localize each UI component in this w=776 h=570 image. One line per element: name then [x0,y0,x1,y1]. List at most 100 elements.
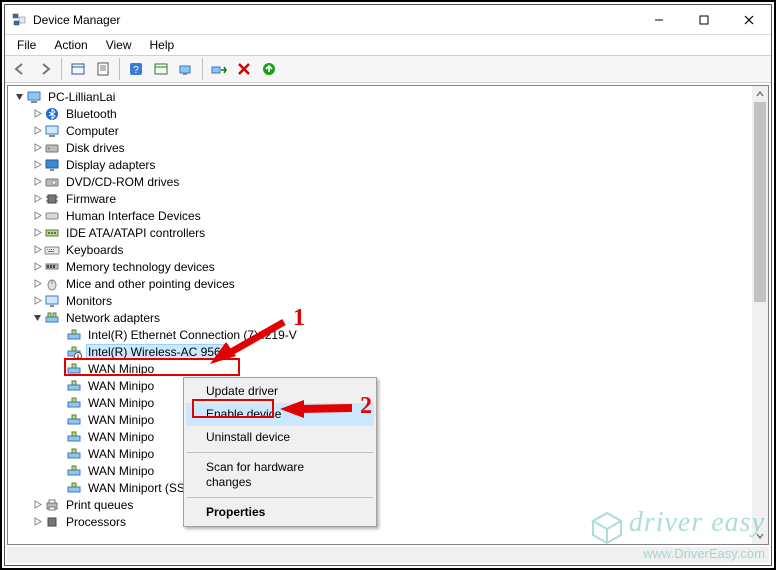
chevron-right-icon[interactable] [30,158,44,172]
tree-item-ide[interactable]: IDE ATA/ATAPI controllers [8,224,752,241]
window-title: Device Manager [33,13,636,27]
vertical-scrollbar[interactable] [752,86,768,544]
tree-label: Mice and other pointing devices [64,277,237,291]
forward-button[interactable] [34,58,56,80]
tree-item-memory[interactable]: Memory technology devices [8,258,752,275]
chevron-right-icon[interactable] [30,192,44,206]
device-manager-window: Device Manager File Action View Help ? [4,4,772,566]
tree-item-bluetooth[interactable]: Bluetooth [8,105,752,122]
tree-item-wan[interactable]: WAN Minipo [8,394,752,411]
tree-item-dvd[interactable]: DVD/CD-ROM drives [8,173,752,190]
computer-icon [26,89,42,105]
tree-item-wan-sstp[interactable]: WAN Miniport (SSTP) [8,479,752,496]
chevron-right-icon[interactable] [30,260,44,274]
chevron-right-icon[interactable] [30,175,44,189]
tree-item-network-adapters[interactable]: Network adapters [8,309,752,326]
tree-label: Human Interface Devices [64,209,203,223]
annotation-label-1: 1 [293,305,305,332]
chevron-right-icon[interactable] [30,243,44,257]
chevron-right-icon[interactable] [30,209,44,223]
chevron-down-icon[interactable] [30,311,44,325]
tree-label: Computer [64,124,121,138]
disk-icon [44,140,60,156]
show-hide-console-button[interactable] [67,58,89,80]
back-button[interactable] [9,58,31,80]
disable-device-button[interactable] [233,58,255,80]
context-menu-properties[interactable]: Properties [186,501,374,524]
toolbar: ? [5,55,771,83]
tree-item-hid[interactable]: Human Interface Devices [8,207,752,224]
watermark: driver easy www.DriverEasy.com [589,507,765,561]
device-tree[interactable]: PC-LillianLai Bluetooth Computer Disk dr… [8,86,752,544]
tree-label: WAN Minipo [86,362,156,376]
scan-hardware-button[interactable] [258,58,280,80]
tree-label: Network adapters [64,311,162,325]
svg-text:?: ? [133,65,139,76]
tree-item-wan[interactable]: WAN Minipo [8,428,752,445]
menu-help[interactable]: Help [142,36,183,54]
action-properties-button[interactable] [150,58,172,80]
menu-file[interactable]: File [9,36,44,54]
tree-label: Disk drives [64,141,127,155]
tree-item-firmware[interactable]: Firmware [8,190,752,207]
tree-label: PC-LillianLai [46,90,117,104]
maximize-button[interactable] [681,5,726,34]
tree-item-display[interactable]: Display adapters [8,156,752,173]
network-adapter-icon [66,395,82,411]
context-menu-enable-device[interactable]: Enable device [186,403,374,426]
tree-item-monitors[interactable]: Monitors [8,292,752,309]
bluetooth-icon [44,106,60,122]
enable-device-button[interactable] [208,58,230,80]
context-menu: Update driver Enable device Uninstall de… [183,377,377,527]
tree-item-wan[interactable]: WAN Minipo [8,445,752,462]
properties-button[interactable] [92,58,114,80]
printer-icon [44,497,60,513]
context-menu-scan-hardware[interactable]: Scan for hardware changes [186,456,374,494]
cpu-icon [44,514,60,530]
context-menu-separator [187,452,373,453]
update-driver-button[interactable] [175,58,197,80]
tree-item-wireless-selected[interactable]: Intel(R) Wireless-AC 9560 [8,343,752,360]
context-menu-uninstall-device[interactable]: Uninstall device [186,426,374,449]
tree-item-mice[interactable]: Mice and other pointing devices [8,275,752,292]
tree-label: WAN Minipo [86,430,156,444]
watermark-brand: driver easy [629,507,765,538]
tree-item-ethernet[interactable]: Intel(R) Ethernet Connection (7) I219-V [8,326,752,343]
ide-icon [44,225,60,241]
minimize-button[interactable] [636,5,681,34]
menu-action[interactable]: Action [46,36,95,54]
scroll-track[interactable] [752,102,768,528]
tree-label: Firmware [64,192,118,206]
network-adapter-icon [66,327,82,343]
chevron-right-icon[interactable] [30,226,44,240]
scroll-thumb[interactable] [754,102,766,302]
tree-item-keyboards[interactable]: Keyboards [8,241,752,258]
tree-item-wan[interactable]: WAN Minipo [8,377,752,394]
chevron-right-icon[interactable] [30,107,44,121]
chevron-right-icon[interactable] [30,141,44,155]
chevron-right-icon[interactable] [30,124,44,138]
tree-item-wan[interactable]: WAN Minipo [8,462,752,479]
context-menu-update-driver[interactable]: Update driver [186,380,374,403]
tree-label: DVD/CD-ROM drives [64,175,181,189]
tree-label: Print queues [64,498,135,512]
tree-label: Intel(R) Ethernet Connection (7) I219-V [86,328,299,342]
network-icon [44,310,60,326]
chevron-right-icon[interactable] [30,294,44,308]
tree-label: IDE ATA/ATAPI controllers [64,226,207,240]
tree-item-wan[interactable]: WAN Minipo [8,411,752,428]
chevron-right-icon[interactable] [30,277,44,291]
help-button[interactable]: ? [125,58,147,80]
menu-view[interactable]: View [98,36,140,54]
network-adapter-icon [66,446,82,462]
chevron-right-icon[interactable] [30,498,44,512]
chevron-right-icon[interactable] [30,515,44,529]
tree-item-wan[interactable]: WAN Minipo [8,360,752,377]
scroll-up-arrow[interactable] [752,86,768,102]
tree-item-disk[interactable]: Disk drives [8,139,752,156]
close-button[interactable] [726,5,771,34]
tree-root[interactable]: PC-LillianLai [8,88,752,105]
chevron-down-icon[interactable] [12,90,26,104]
annotation-label-2: 2 [360,393,372,420]
tree-item-computer[interactable]: Computer [8,122,752,139]
